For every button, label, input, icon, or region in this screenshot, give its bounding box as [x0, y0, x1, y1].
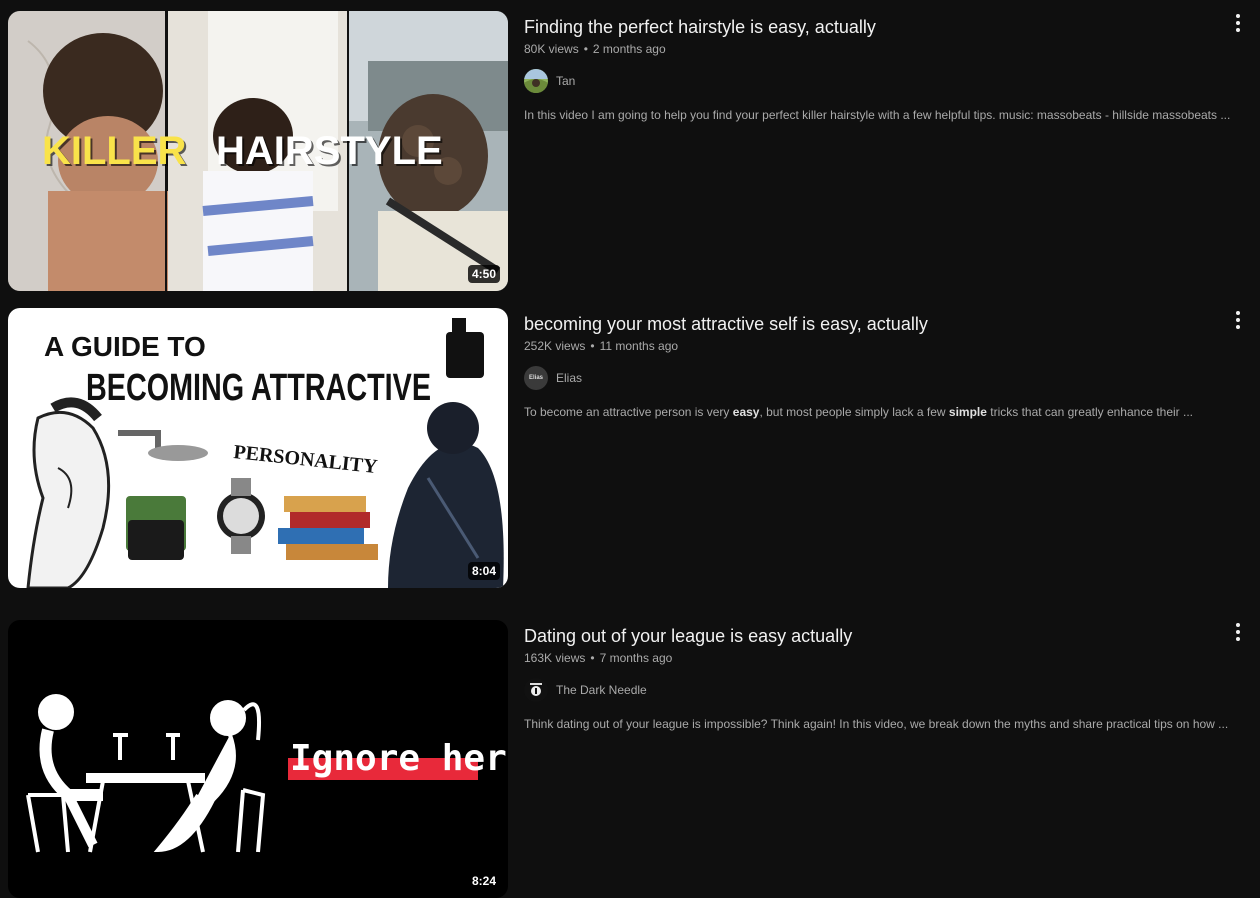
- video-info: Dating out of your league is easy actual…: [524, 620, 1252, 898]
- upload-age: 11 months ago: [599, 339, 679, 353]
- video-result: KILLER KILLER HAIRSTYLE HAIRSTYLE 4:50 F…: [8, 11, 1252, 291]
- thumbnail-text-guide: A GUIDE TO: [44, 331, 206, 362]
- video-meta: 163K views • 7 months ago: [524, 649, 1252, 667]
- channel-name[interactable]: The Dark Needle: [556, 683, 647, 697]
- thumbnail-image: A GUIDE TO BECOMING ATTRACTIVE PERSONALI…: [8, 308, 508, 588]
- channel-avatar[interactable]: [524, 678, 548, 702]
- view-count: 163K views: [524, 651, 586, 665]
- video-meta: 80K views • 2 months ago: [524, 40, 1252, 58]
- more-vert-icon[interactable]: [1226, 308, 1250, 332]
- duration-badge: 4:50: [467, 265, 500, 283]
- channel-link[interactable]: Tan: [524, 69, 1252, 93]
- meta-separator: •: [590, 651, 595, 665]
- thumbnail-text-attractive: BECOMING ATTRACTIVE: [86, 367, 431, 409]
- channel-name[interactable]: Elias: [556, 371, 582, 385]
- video-thumbnail[interactable]: KILLER KILLER HAIRSTYLE HAIRSTYLE 4:50: [8, 11, 508, 291]
- upload-age: 7 months ago: [599, 651, 673, 665]
- meta-separator: •: [590, 339, 595, 353]
- duration-badge: 8:04: [467, 562, 500, 580]
- meta-separator: •: [583, 42, 588, 56]
- duration-badge: 8:24: [467, 872, 500, 890]
- thumbnail-image: KILLER KILLER HAIRSTYLE HAIRSTYLE: [8, 11, 508, 291]
- video-description: Think dating out of your league is impos…: [524, 717, 1229, 731]
- video-thumbnail[interactable]: Ignore her 8:24: [8, 620, 508, 898]
- video-result: A GUIDE TO BECOMING ATTRACTIVE PERSONALI…: [8, 308, 1252, 588]
- video-info: Finding the perfect hairstyle is easy, a…: [524, 11, 1252, 291]
- video-description: To become an attractive person is very e…: [524, 405, 1194, 419]
- video-thumbnail[interactable]: A GUIDE TO BECOMING ATTRACTIVE PERSONALI…: [8, 308, 508, 588]
- video-meta: 252K views • 11 months ago: [524, 337, 1252, 355]
- channel-link[interactable]: Elias Elias: [524, 366, 1252, 390]
- thumbnail-image: Ignore her: [8, 620, 508, 898]
- video-result: Ignore her 8:24 Dating out of your leagu…: [8, 620, 1252, 898]
- channel-name[interactable]: Tan: [556, 74, 575, 88]
- channel-avatar[interactable]: [524, 69, 548, 93]
- video-title[interactable]: Finding the perfect hairstyle is easy, a…: [524, 14, 1204, 40]
- view-count: 80K views: [524, 42, 579, 56]
- more-vert-icon[interactable]: [1226, 11, 1250, 35]
- view-count: 252K views: [524, 339, 586, 353]
- video-info: becoming your most attractive self is ea…: [524, 308, 1252, 588]
- upload-age: 2 months ago: [592, 42, 666, 56]
- video-description: In this video I am going to help you fin…: [524, 108, 1231, 122]
- video-title[interactable]: Dating out of your league is easy actual…: [524, 623, 1204, 649]
- thumbnail-text-killer: KILLER: [42, 129, 187, 173]
- channel-link[interactable]: The Dark Needle: [524, 678, 1252, 702]
- avatar-label: Elias: [528, 375, 543, 381]
- thumbnail-text-ignore: Ignore her: [290, 738, 507, 779]
- more-vert-icon[interactable]: [1226, 620, 1250, 644]
- video-title[interactable]: becoming your most attractive self is ea…: [524, 311, 1204, 337]
- thumbnail-text-hairstyle: HAIRSTYLE: [216, 129, 443, 173]
- channel-avatar[interactable]: Elias: [524, 366, 548, 390]
